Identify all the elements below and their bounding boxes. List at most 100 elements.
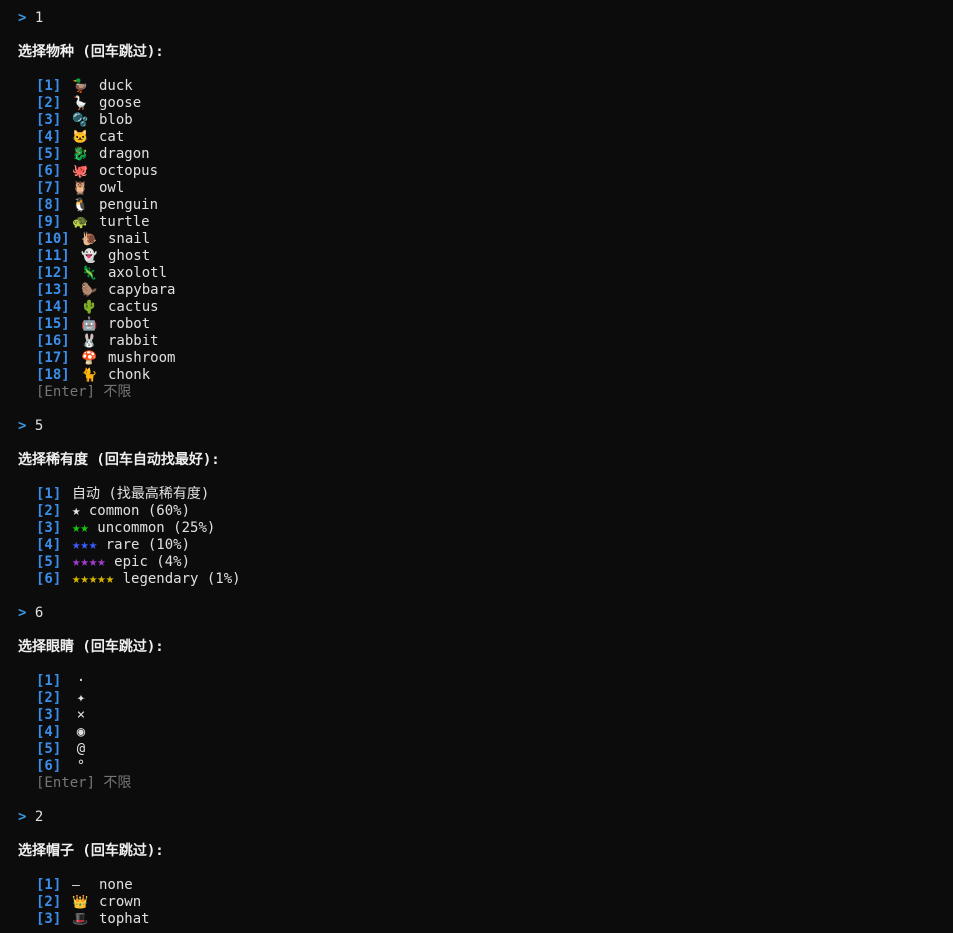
option-index: [4] [36,537,62,553]
species-heading: 选择物种 (回车跳过): [18,44,164,60]
species-option[interactable]: [6] 🐙 octopus [18,163,953,180]
eyes-option[interactable]: [4] ◉ [18,724,953,741]
star-icon: ★★ [72,520,89,536]
prompt-symbol: > [18,605,27,621]
option-index: [5] [36,554,62,570]
rarity-option[interactable]: [6] ★★★★★ legendary (1%) [18,571,953,588]
eye-glyph-icon: ◉ [76,724,86,740]
species-option[interactable]: [4] 🐱 cat [18,129,953,146]
option-index: [9] [36,214,62,230]
option-index: [3] [36,112,62,128]
option-index: [5] [36,741,62,757]
option-label: mushroom [108,350,176,366]
rarity-option[interactable]: [1] 自动 (找最高稀有度) [18,486,953,503]
option-index: [18] [36,367,70,383]
terminal-output: > 1 选择物种 (回车跳过): [1] 🦆 duck [2] 🪿 goose [3] 🫧 bl… [18,10,953,928]
species-option[interactable]: [8] 🐧 penguin [18,197,953,214]
option-index: [11] [36,248,70,264]
star-icon: ★★★★★ [72,571,115,587]
option-index: [1] [36,78,62,94]
prompt-line-4: > 2 [18,809,953,826]
species-list: [1] 🦆 duck [2] 🪿 goose [3] 🫧 blob [4] 🐱 cat [5] 🐉 drag… [18,78,953,384]
species-emoji-icon: 🐉 [72,147,89,162]
prompt-symbol: > [18,10,27,26]
option-label: duck [99,78,133,94]
eye-glyph-icon: @ [76,741,86,757]
option-index: [17] [36,350,70,366]
option-index: [2] [36,894,62,910]
eyes-option[interactable]: [3] × [18,707,953,724]
species-option[interactable]: [18] 🐈 chonk [18,367,953,384]
option-label: octopus [99,163,159,179]
star-icon: ★★★★ [72,554,106,570]
species-emoji-icon: 🪿 [72,96,89,111]
hat-option[interactable]: [2] 👑 crown [18,894,953,911]
species-option[interactable]: [2] 🪿 goose [18,95,953,112]
hat-option[interactable]: [3] 🎩 tophat [18,911,953,928]
species-emoji-icon: 🐈 [81,368,98,383]
option-label: common (60%) [88,503,191,519]
rarity-option[interactable]: [4] ★★★ rare (10%) [18,537,953,554]
option-index: [3] [36,520,62,536]
prompt-answer: 1 [34,10,44,26]
option-index: [2] [36,95,62,111]
option-label: rabbit [108,333,159,349]
eyes-option[interactable]: [5] @ [18,741,953,758]
species-option[interactable]: [12] 🦎 axolotl [18,265,953,282]
option-index: [14] [36,299,70,315]
rarity-heading: 选择稀有度 (回车自动找最好): [18,452,220,468]
species-option[interactable]: [17] 🍄 mushroom [18,350,953,367]
species-emoji-icon: 👻 [81,249,98,264]
rarity-list: [1] 自动 (找最高稀有度) [2] ★ common (60%) [3] ★★ unc… [18,486,953,588]
species-emoji-icon: 🫧 [72,113,89,128]
prompt-answer: 6 [34,605,44,621]
species-emoji-icon: 🌵 [81,300,98,315]
option-index: [12] [36,265,70,281]
species-option[interactable]: [13] 🦫 capybara [18,282,953,299]
prompt-line-2: > 5 [18,418,953,435]
species-option[interactable]: [10] 🐌 snail [18,231,953,248]
option-index: [1] [36,877,62,893]
hat-list: [1] — none [2] 👑 crown [3] 🎩 tophat [18,877,953,928]
species-option[interactable]: [3] 🫧 blob [18,112,953,129]
eye-glyph-icon: × [76,707,86,723]
eyes-option[interactable]: [1] · [18,673,953,690]
species-option[interactable]: [9] 🐢 turtle [18,214,953,231]
option-label: capybara [108,282,176,298]
option-index: [16] [36,333,70,349]
option-label: 自动 (找最高稀有度) [72,486,210,502]
eyes-option[interactable]: [2] ✦ [18,690,953,707]
species-option[interactable]: [15] 🤖 robot [18,316,953,333]
option-label: crown [99,894,142,910]
eye-glyph-icon: · [76,673,86,689]
star-icon: ★★★ [72,537,98,553]
species-option[interactable]: [1] 🦆 duck [18,78,953,95]
option-index: [4] [36,129,62,145]
rarity-option[interactable]: [5] ★★★★ epic (4%) [18,554,953,571]
option-label: rare (10%) [105,537,191,553]
rarity-option[interactable]: [2] ★ common (60%) [18,503,953,520]
hat-emoji-icon: 🎩 [72,912,89,927]
species-option[interactable]: [5] 🐉 dragon [18,146,953,163]
species-option[interactable]: [7] 🦉 owl [18,180,953,197]
eyes-heading: 选择眼睛 (回车跳过): [18,639,164,655]
option-index: [2] [36,690,62,706]
option-label: goose [99,95,142,111]
eyes-list: [1] · [2] ✦ [3] × [4] ◉ [5] @ [6] ° [18,673,953,775]
rarity-option[interactable]: [3] ★★ uncommon (25%) [18,520,953,537]
species-option[interactable]: [14] 🌵 cactus [18,299,953,316]
hat-option[interactable]: [1] — none [18,877,953,894]
option-label: robot [108,316,151,332]
prompt-symbol: > [18,809,27,825]
star-icon: ★ [72,503,81,519]
option-label: ghost [108,248,151,264]
option-index: [2] [36,503,62,519]
eye-glyph-icon: ° [76,758,86,774]
prompt-line-3: > 6 [18,605,953,622]
option-label: axolotl [108,265,168,281]
species-emoji-icon: 🤖 [81,317,98,332]
species-option[interactable]: [16] 🐰 rabbit [18,333,953,350]
eyes-option[interactable]: [6] ° [18,758,953,775]
species-option[interactable]: [11] 👻 ghost [18,248,953,265]
option-index: [4] [36,724,62,740]
